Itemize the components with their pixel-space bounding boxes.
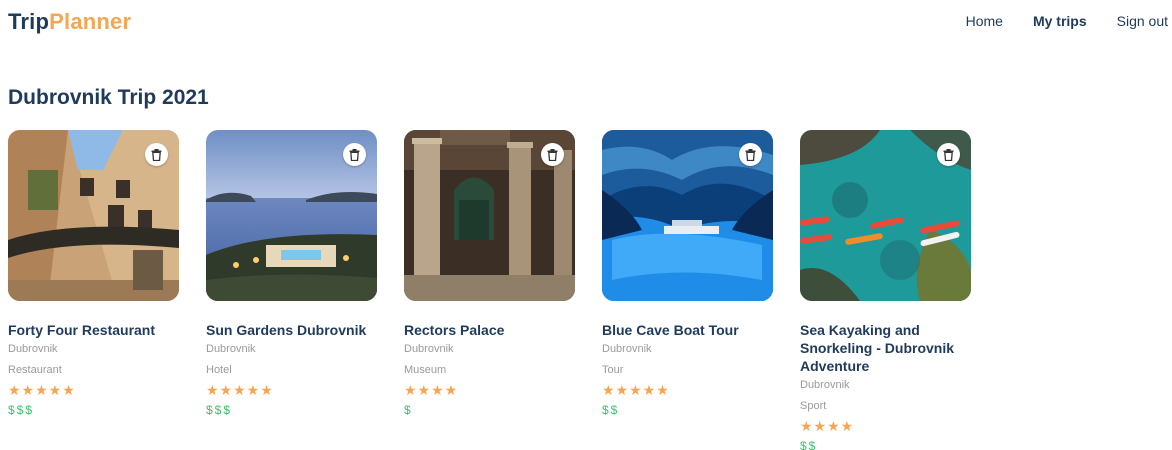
card-price-level: $$$ [8, 403, 35, 417]
card-category: Restaurant [8, 364, 62, 376]
page-title: Dubrovnik Trip 2021 [8, 86, 209, 109]
card-photo[interactable] [206, 130, 377, 301]
card-photo[interactable] [602, 130, 773, 301]
card-title[interactable]: Sun Gardens Dubrovnik [206, 321, 377, 339]
trash-icon [151, 148, 162, 161]
nav-sign-out-link[interactable]: Sign out [1117, 13, 1168, 29]
trash-icon [943, 148, 954, 161]
nav-home-link[interactable]: Home [966, 13, 1003, 29]
card-title[interactable]: Forty Four Restaurant [8, 321, 179, 339]
trip-card-sun-gardens-dubrovnik[interactable]: Sun Gardens Dubrovnik Dubrovnik Hotel ★★… [206, 130, 377, 450]
card-title[interactable]: Sea Kayaking and Snorkeling - Dubrovnik … [800, 321, 971, 375]
card-photo[interactable] [8, 130, 179, 301]
card-category: Sport [800, 400, 827, 412]
card-price-level: $ [404, 403, 413, 417]
card-rating-stars: ★★★★★ [206, 382, 274, 398]
trip-items-list: Forty Four Restaurant Dubrovnik Restaura… [8, 130, 971, 450]
trip-card-forty-four-restaurant[interactable]: Forty Four Restaurant Dubrovnik Restaura… [8, 130, 179, 450]
card-photo[interactable] [800, 130, 971, 301]
trash-icon [745, 148, 756, 161]
delete-button[interactable] [937, 143, 960, 166]
logo-trip-text: Trip [8, 9, 50, 34]
app-logo[interactable]: TripPlanner [8, 9, 131, 35]
trip-card-sea-kayaking[interactable]: Sea Kayaking and Snorkeling - Dubrovnik … [800, 130, 971, 450]
card-category: Museum [404, 364, 447, 376]
logo-planner-text: Planner [49, 9, 132, 34]
card-price-level: $$ [800, 439, 818, 450]
card-category: Hotel [206, 364, 232, 376]
delete-button[interactable] [343, 143, 366, 166]
card-city: Dubrovnik [404, 343, 454, 355]
card-city: Dubrovnik [800, 379, 850, 391]
nav-my-trips-link[interactable]: My trips [1033, 13, 1087, 29]
trip-card-blue-cave-boat-tour[interactable]: Blue Cave Boat Tour Dubrovnik Tour ★★★★★… [602, 130, 773, 450]
trip-card-rectors-palace[interactable]: Rectors Palace Dubrovnik Museum ★★★★ $ [404, 130, 575, 450]
card-photo[interactable] [404, 130, 575, 301]
card-category: Tour [602, 364, 624, 376]
card-price-level: $$$ [206, 403, 233, 417]
card-city: Dubrovnik [8, 343, 58, 355]
card-rating-stars: ★★★★★ [602, 382, 670, 398]
card-title[interactable]: Blue Cave Boat Tour [602, 321, 773, 339]
trash-icon [547, 148, 558, 161]
card-rating-stars: ★★★★ [800, 418, 855, 434]
card-rating-stars: ★★★★★ [8, 382, 76, 398]
card-price-level: $$ [602, 403, 620, 417]
main-nav: Home My trips Sign out [966, 13, 1168, 29]
card-city: Dubrovnik [206, 343, 256, 355]
delete-button[interactable] [145, 143, 168, 166]
delete-button[interactable] [739, 143, 762, 166]
delete-button[interactable] [541, 143, 564, 166]
card-rating-stars: ★★★★ [404, 382, 459, 398]
trash-icon [349, 148, 360, 161]
card-title[interactable]: Rectors Palace [404, 321, 575, 339]
card-city: Dubrovnik [602, 343, 652, 355]
